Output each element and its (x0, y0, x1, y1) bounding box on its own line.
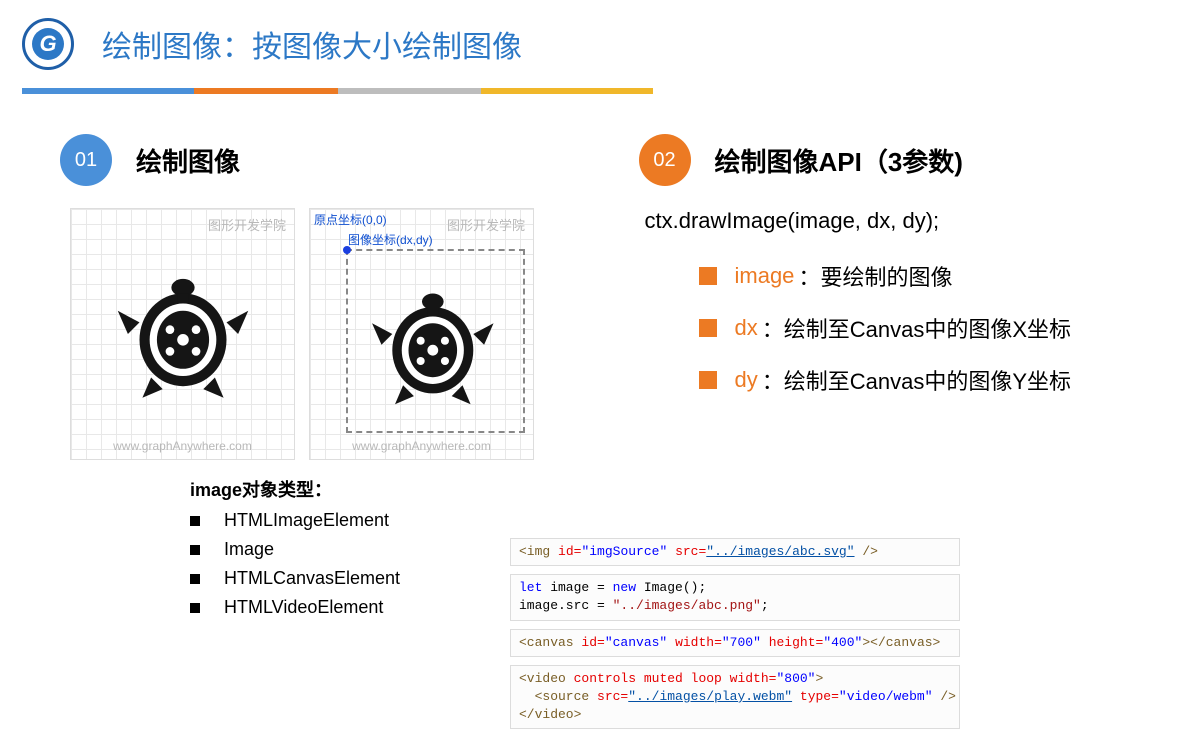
code-examples: <img id="imgSource" src="../images/abc.s… (510, 538, 960, 737)
turtle-icon (110, 264, 255, 409)
watermark-bottom: www.graphAnywhere.com (71, 439, 294, 453)
canvas-box-1: 图形开发学院 www.graphAnyw (70, 208, 295, 460)
watermark-top: 图形开发学院 (208, 215, 286, 234)
params-list: image ： 要绘制的图像 dx ： 绘制至Canvas中的图像X坐标 dy … (699, 260, 1177, 396)
header: G 绘制图像：按图像大小绘制图像 (0, 0, 1177, 80)
type-label: HTMLImageElement (224, 510, 389, 531)
param-name: dx (735, 315, 758, 341)
section-2-title: 绘制图像API（3参数) (715, 142, 963, 179)
logo-icon: G (22, 18, 74, 70)
page-title: 绘制图像：按图像大小绘制图像 (102, 22, 522, 66)
canvas-examples: 图形开发学院 www.graphAnyw (60, 208, 599, 460)
code-img: <img id="imgSource" src="../images/abc.s… (510, 538, 960, 566)
type-label: HTMLVideoElement (224, 597, 383, 618)
param-sep: ： (798, 260, 820, 292)
bullet-orange-icon (699, 267, 717, 285)
param-name: image (735, 263, 795, 289)
param-row: dx ： 绘制至Canvas中的图像X坐标 (699, 312, 1177, 344)
param-desc: 绘制至Canvas中的图像X坐标 (784, 312, 1071, 344)
watermark-top-2: 图形开发学院 (447, 215, 525, 234)
section-1-number: 01 (60, 134, 112, 186)
param-sep: ： (762, 312, 784, 344)
type-label: Image (224, 539, 274, 560)
type-label: HTMLCanvasElement (224, 568, 400, 589)
origin-coord-label: 原点坐标(0,0) (314, 211, 387, 228)
section-1-title: 绘制图像 (136, 142, 240, 179)
bullet-icon (190, 545, 200, 555)
canvas-box-2: 图形开发学院 原点坐标(0,0) 图像坐标(dx,dy) (309, 208, 534, 460)
code-canvas: <canvas id="canvas" width="700" height="… (510, 629, 960, 657)
code-video: <video controls muted loop width="800"> … (510, 665, 960, 730)
bullet-orange-icon (699, 371, 717, 389)
list-item: HTMLImageElement (190, 510, 599, 531)
turtle-icon-2 (365, 280, 500, 415)
param-row: dy ： 绘制至Canvas中的图像Y坐标 (699, 364, 1177, 396)
param-sep: ： (762, 364, 784, 396)
section-2-number: 02 (639, 134, 691, 186)
types-title: image对象类型： (190, 476, 599, 502)
watermark-bottom-2: www.graphAnywhere.com (310, 439, 533, 453)
section-2-header: 02 绘制图像API（3参数) (639, 134, 1177, 186)
origin-dot-icon (343, 246, 351, 254)
bullet-orange-icon (699, 319, 717, 337)
logo-letter: G (32, 28, 64, 60)
param-row: image ： 要绘制的图像 (699, 260, 1177, 292)
bullet-icon (190, 574, 200, 584)
api-signature: ctx.drawImage(image, dx, dy); (645, 208, 1177, 234)
param-desc: 绘制至Canvas中的图像Y坐标 (784, 364, 1071, 396)
divider-colorbar (22, 88, 1155, 94)
bullet-icon (190, 603, 200, 613)
image-coord-label: 图像坐标(dx,dy) (348, 231, 433, 248)
code-js: let image = new Image(); image.src = "..… (510, 574, 960, 620)
bullet-icon (190, 516, 200, 526)
section-1-header: 01 绘制图像 (60, 134, 599, 186)
param-desc: 要绘制的图像 (820, 260, 952, 292)
param-name: dy (735, 367, 758, 393)
